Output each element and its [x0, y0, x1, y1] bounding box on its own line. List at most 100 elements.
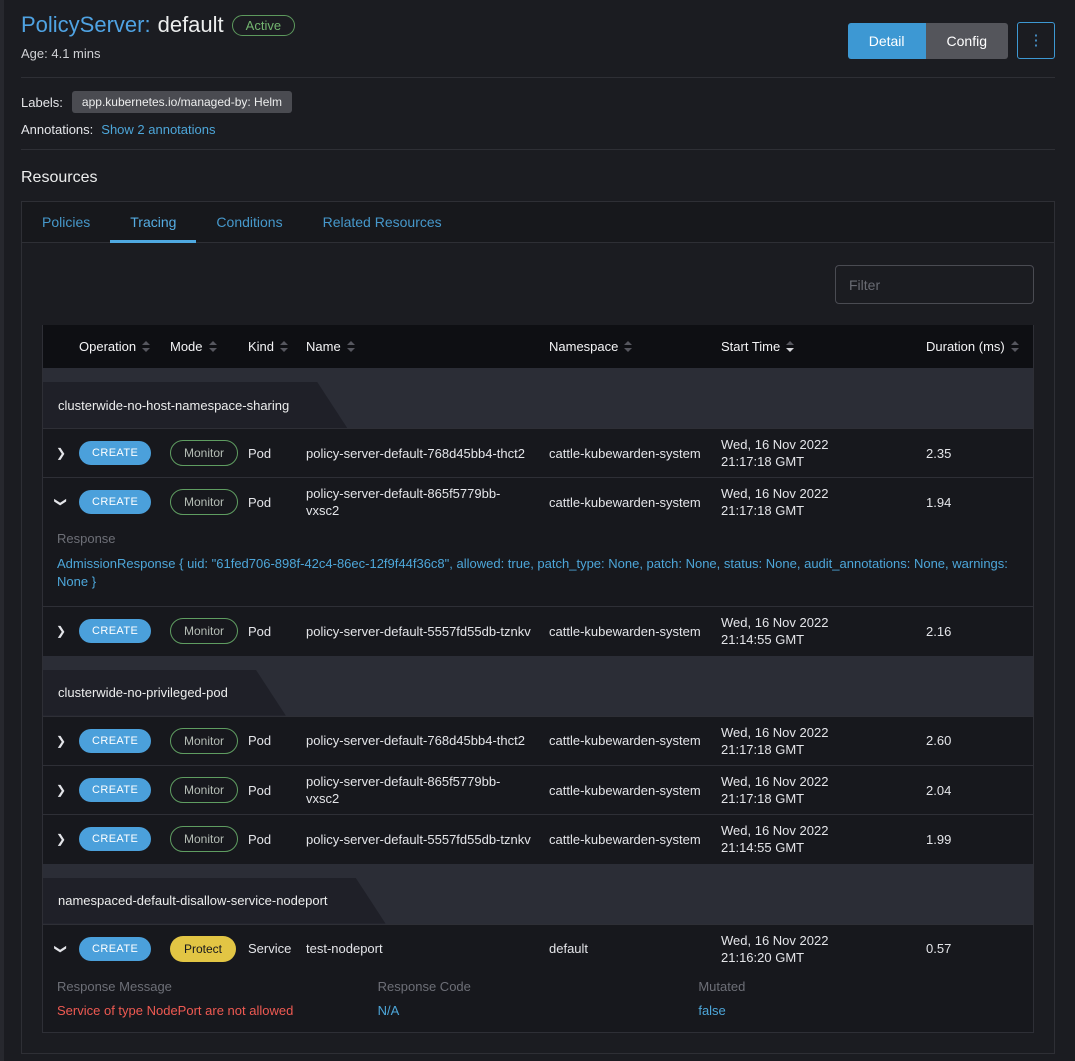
policy-group-row: clusterwide-no-privileged-pod [43, 656, 1033, 716]
sort-asc-icon [624, 341, 632, 345]
name-cell: policy-server-default-5557fd55db-tznkv [306, 831, 549, 848]
mode-badge: Monitor [170, 618, 238, 644]
sort-asc-icon [209, 341, 217, 345]
kind-cell: Pod [248, 733, 306, 748]
sort-asc-icon [786, 341, 794, 345]
row-expander[interactable]: ❯ [43, 495, 79, 509]
detail-button[interactable]: Detail [848, 23, 926, 59]
duration-cell: 0.57 [926, 941, 1033, 956]
mode-badge: Monitor [170, 440, 238, 466]
expand-row-icon: ❯ [56, 832, 66, 846]
trace-row: ❯CREATEMonitorPodpolicy-server-default-8… [43, 477, 1033, 526]
metadata-divider [21, 149, 1055, 150]
tab-bar: PoliciesTracingConditionsRelated Resourc… [22, 202, 1054, 243]
row-expander[interactable]: ❯ [43, 832, 79, 846]
policy-group-name: clusterwide-no-privileged-pod [43, 670, 286, 716]
namespace-cell: cattle-kubewarden-system [549, 623, 721, 640]
tab-tracing[interactable]: Tracing [110, 202, 196, 243]
collapse-row-icon: ❯ [54, 497, 68, 507]
mode-cell: Monitor [170, 489, 248, 515]
resource-name: default [158, 12, 224, 38]
resource-age: Age: 4.1 mins [21, 46, 295, 61]
mode-badge: Monitor [170, 826, 238, 852]
operation-cell: CREATE [79, 619, 170, 643]
name-cell: policy-server-default-865f5779bb-vxsc2 [306, 773, 549, 807]
detail-field-label: Mutated [698, 979, 1019, 994]
tab-conditions[interactable]: Conditions [196, 202, 302, 243]
header-divider [21, 77, 1055, 78]
sort-desc-icon [786, 348, 794, 352]
mode-cell: Monitor [170, 440, 248, 466]
name-cell: policy-server-default-5557fd55db-tznkv [306, 623, 549, 640]
column-header-name[interactable]: Name [306, 339, 549, 354]
operation-badge: CREATE [79, 441, 151, 465]
kind-cell: Pod [248, 783, 306, 798]
row-expander[interactable]: ❯ [43, 446, 79, 460]
sort-desc-icon [280, 348, 288, 352]
operation-cell: CREATE [79, 441, 170, 465]
filter-input[interactable] [835, 265, 1034, 304]
sort-indicator-icon [1011, 341, 1019, 352]
mode-badge: Monitor [170, 728, 238, 754]
namespace-cell: cattle-kubewarden-system [549, 831, 721, 848]
operation-badge: CREATE [79, 729, 151, 753]
trace-row: ❯CREATEMonitorPodpolicy-server-default-5… [43, 814, 1033, 863]
row-expander[interactable]: ❯ [43, 624, 79, 638]
kind-cell: Service [248, 941, 306, 956]
row-expander[interactable]: ❯ [43, 783, 79, 797]
policy-group-row: namespaced-default-disallow-service-node… [43, 864, 1033, 924]
mode-cell: Protect [170, 936, 248, 962]
name-cell: policy-server-default-768d45bb4-thct2 [306, 445, 549, 462]
tab-related-resources[interactable]: Related Resources [303, 202, 462, 243]
sort-desc-icon [347, 348, 355, 352]
label-chip: app.kubernetes.io/managed-by: Helm [72, 91, 292, 113]
sort-indicator-icon [142, 341, 150, 352]
mode-badge: Monitor [170, 489, 238, 515]
sort-asc-icon [142, 341, 150, 345]
start-time-cell: Wed, 16 Nov 2022 21:14:55 GMT [721, 822, 926, 856]
expand-row-icon: ❯ [56, 734, 66, 748]
page-header: PolicyServer: default Active Age: 4.1 mi… [21, 12, 1055, 61]
actions-menu-button[interactable]: ⋮ [1017, 22, 1055, 59]
start-time-cell: Wed, 16 Nov 2022 21:17:18 GMT [721, 724, 926, 758]
column-header-duration-ms-[interactable]: Duration (ms) [926, 339, 1033, 354]
sort-indicator-icon [624, 341, 632, 352]
column-header-start-time[interactable]: Start Time [721, 339, 926, 354]
duration-cell: 1.99 [926, 832, 1033, 847]
operation-badge: CREATE [79, 778, 151, 802]
column-header-namespace[interactable]: Namespace [549, 339, 721, 354]
collapse-row-icon: ❯ [54, 944, 68, 954]
column-header-kind[interactable]: Kind [248, 339, 306, 354]
operation-cell: CREATE [79, 490, 170, 514]
row-expander[interactable]: ❯ [43, 942, 79, 956]
row-response-detail: ResponseAdmissionResponse { uid: "61fed7… [43, 527, 1033, 607]
column-header-mode[interactable]: Mode [170, 339, 248, 354]
kind-cell: Pod [248, 624, 306, 639]
duration-cell: 2.04 [926, 783, 1033, 798]
detail-field: Response MessageService of type NodePort… [57, 979, 378, 1018]
config-button[interactable]: Config [926, 23, 1008, 59]
detail-field-value: Service of type NodePort are not allowed [57, 1003, 378, 1018]
mode-cell: Monitor [170, 826, 248, 852]
column-header-label: Duration (ms) [926, 339, 1005, 354]
sort-desc-icon [209, 348, 217, 352]
tab-policies[interactable]: Policies [22, 202, 110, 243]
resources-section-title: Resources [21, 169, 1055, 187]
row-fields-detail: Response MessageService of type NodePort… [43, 973, 1033, 1032]
sort-asc-icon [347, 341, 355, 345]
sort-indicator-icon [347, 341, 355, 352]
show-annotations-link[interactable]: Show 2 annotations [101, 122, 215, 137]
sort-indicator-icon [280, 341, 288, 352]
row-expander[interactable]: ❯ [43, 734, 79, 748]
column-header-operation[interactable]: Operation [79, 339, 170, 354]
start-time-cell: Wed, 16 Nov 2022 21:16:20 GMT [721, 932, 926, 966]
metadata-section: Labels: app.kubernetes.io/managed-by: He… [21, 91, 1055, 137]
tracing-table: OperationModeKindNameNamespaceStart Time… [42, 325, 1034, 1033]
expand-row-icon: ❯ [56, 624, 66, 638]
namespace-cell: cattle-kubewarden-system [549, 782, 721, 799]
name-cell: policy-server-default-865f5779bb-vxsc2 [306, 485, 549, 519]
kind-cell: Pod [248, 832, 306, 847]
resource-kind: PolicyServer: [21, 12, 151, 38]
detail-field: Mutatedfalse [698, 979, 1019, 1018]
response-label: Response [57, 531, 1019, 546]
